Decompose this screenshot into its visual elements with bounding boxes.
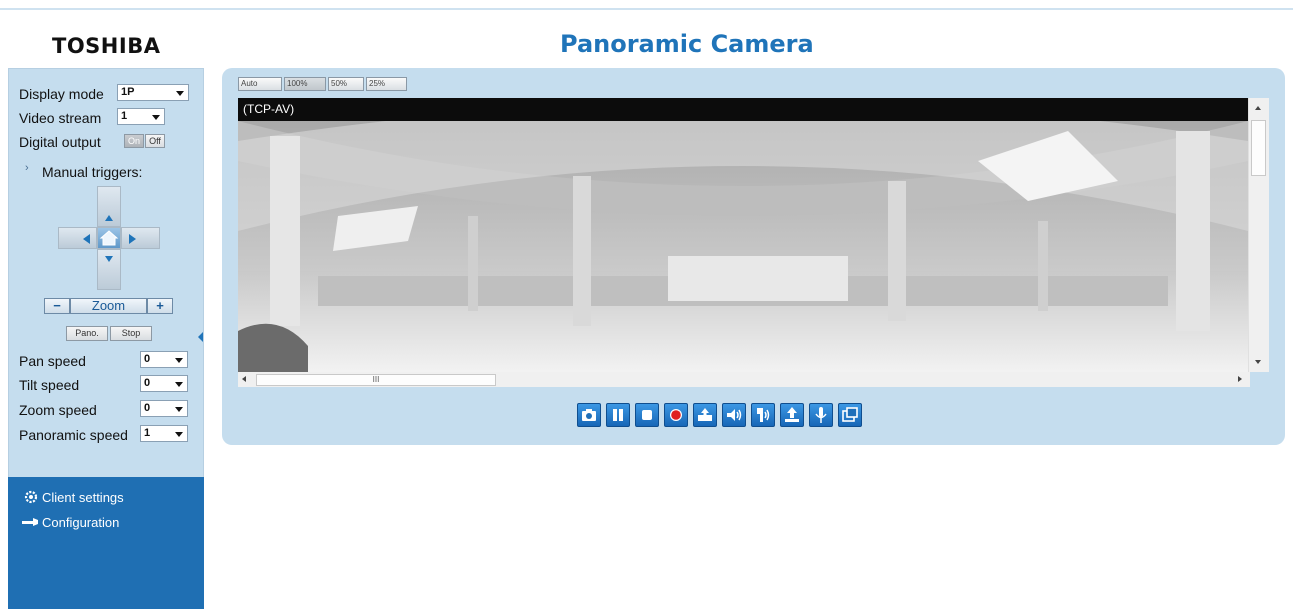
stop-stream-button[interactable] bbox=[635, 403, 659, 427]
home-button[interactable] bbox=[97, 227, 121, 249]
pan-left-button[interactable] bbox=[58, 227, 97, 249]
tilt-speed-label: Tilt speed bbox=[19, 377, 80, 393]
scroll-left-icon[interactable] bbox=[242, 376, 246, 382]
talk-button[interactable] bbox=[751, 403, 775, 427]
zoom-in-button[interactable]: + bbox=[147, 298, 173, 314]
scroll-up-icon[interactable] bbox=[1255, 106, 1261, 110]
microphone-button[interactable] bbox=[809, 403, 833, 427]
chevron-down-icon bbox=[152, 115, 160, 120]
pause-button[interactable] bbox=[606, 403, 630, 427]
wrench-icon bbox=[22, 518, 38, 526]
manual-triggers-label[interactable]: Manual triggers: bbox=[42, 164, 142, 180]
pan-speed-select[interactable]: 0 bbox=[140, 351, 188, 368]
zoom-label: Zoom bbox=[70, 298, 147, 314]
zoom-speed-select[interactable]: 0 bbox=[140, 400, 188, 417]
client-settings-link[interactable]: Client settings bbox=[42, 490, 124, 505]
fullscreen-button[interactable] bbox=[838, 403, 862, 427]
view-size-auto-button[interactable]: Auto bbox=[238, 77, 282, 91]
view-size-label: Auto bbox=[241, 79, 258, 88]
vertical-scroll-thumb[interactable] bbox=[1251, 120, 1266, 176]
configuration-link[interactable]: Configuration bbox=[42, 515, 119, 530]
talk-icon bbox=[757, 408, 770, 422]
stop-button[interactable]: Stop bbox=[110, 326, 152, 341]
scroll-right-icon[interactable] bbox=[1238, 376, 1242, 382]
microphone-icon bbox=[815, 407, 827, 423]
arrow-right-icon bbox=[129, 234, 136, 244]
display-mode-label: Display mode bbox=[19, 86, 104, 102]
panoramic-speed-select[interactable]: 1 bbox=[140, 425, 188, 442]
snapshot-button[interactable] bbox=[577, 403, 601, 427]
digital-output-on-button[interactable]: On bbox=[124, 134, 144, 148]
pano-button[interactable]: Pano. bbox=[66, 326, 108, 341]
zoom-speed-value: 0 bbox=[144, 402, 151, 414]
scroll-down-icon[interactable] bbox=[1255, 360, 1261, 364]
chevron-down-icon bbox=[175, 358, 183, 363]
stop-icon bbox=[642, 410, 652, 420]
pan-right-button[interactable] bbox=[121, 227, 160, 249]
video-stream-value: 1 bbox=[121, 110, 128, 122]
upload-icon bbox=[785, 407, 799, 422]
view-size-label: 100% bbox=[287, 79, 308, 88]
panoramic-speed-value: 1 bbox=[144, 427, 151, 439]
upload-folder-button[interactable] bbox=[693, 403, 717, 427]
top-divider bbox=[0, 8, 1293, 10]
tilt-up-button[interactable] bbox=[97, 186, 121, 227]
speaker-icon bbox=[727, 409, 742, 421]
arrow-left-icon bbox=[83, 234, 90, 244]
view-size-label: 25% bbox=[369, 79, 386, 88]
record-icon bbox=[670, 409, 682, 421]
tilt-speed-select[interactable]: 0 bbox=[140, 375, 188, 392]
pan-speed-value: 0 bbox=[144, 353, 151, 365]
chevron-down-icon bbox=[175, 382, 183, 387]
display-mode-select[interactable]: 1P bbox=[117, 84, 189, 101]
arrow-down-icon bbox=[105, 256, 113, 262]
expand-arrow-icon[interactable]: › bbox=[25, 162, 29, 174]
panoramic-speed-label: Panoramic speed bbox=[19, 427, 128, 443]
view-size-25-button[interactable]: 25% bbox=[366, 77, 407, 91]
view-size-100-button[interactable]: 100% bbox=[284, 77, 326, 91]
chevron-down-icon bbox=[176, 91, 184, 96]
horizontal-scroll-thumb[interactable]: III bbox=[256, 374, 496, 386]
chevron-down-icon bbox=[175, 407, 183, 412]
panorama-video-frame bbox=[238, 121, 1248, 372]
chevron-down-icon bbox=[175, 432, 183, 437]
upload-folder-icon bbox=[698, 408, 712, 421]
tilt-speed-value: 0 bbox=[144, 377, 151, 389]
zoom-out-button[interactable]: − bbox=[44, 298, 70, 314]
record-button[interactable] bbox=[664, 403, 688, 427]
arrow-up-icon bbox=[105, 215, 113, 221]
pause-icon bbox=[613, 409, 623, 421]
video-view[interactable] bbox=[238, 121, 1248, 372]
display-mode-value: 1P bbox=[121, 86, 135, 98]
digital-output-label: Digital output bbox=[19, 134, 101, 150]
collapse-sidebar-icon[interactable] bbox=[198, 332, 203, 342]
volume-button[interactable] bbox=[722, 403, 746, 427]
zoom-speed-label: Zoom speed bbox=[19, 402, 97, 418]
tilt-down-button[interactable] bbox=[97, 249, 121, 290]
camera-snapshot-icon bbox=[582, 409, 596, 421]
digital-output-off-button[interactable]: Off bbox=[145, 134, 165, 148]
video-stream-select[interactable]: 1 bbox=[117, 108, 165, 125]
view-size-50-button[interactable]: 50% bbox=[328, 77, 364, 91]
fullscreen-icon bbox=[842, 407, 858, 422]
view-size-label: 50% bbox=[331, 79, 348, 88]
home-icon bbox=[99, 230, 119, 246]
page-title: Panoramic Camera bbox=[560, 30, 814, 58]
upload-button[interactable] bbox=[780, 403, 804, 427]
stream-protocol-label: (TCP-AV) bbox=[238, 98, 1250, 121]
pan-speed-label: Pan speed bbox=[19, 353, 86, 369]
brand-logo: TOSHIBA bbox=[52, 34, 161, 58]
gear-icon bbox=[24, 490, 38, 504]
video-stream-label: Video stream bbox=[19, 110, 102, 126]
